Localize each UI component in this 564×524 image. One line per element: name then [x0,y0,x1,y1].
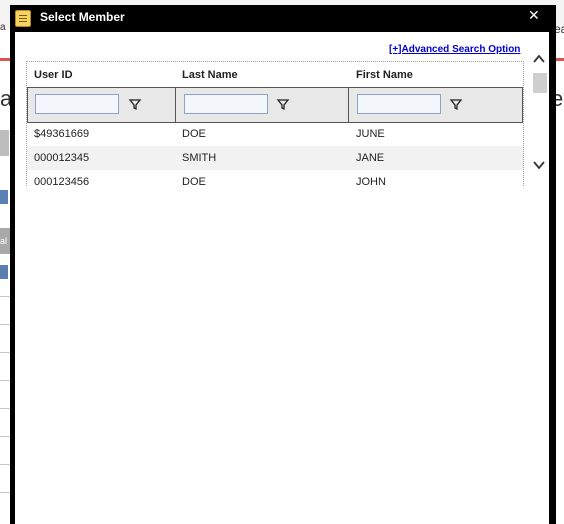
table-row[interactable]: 000123456 DOE JOHN [27,170,523,186]
background-block [0,190,8,204]
background-block [0,265,8,279]
first-name-filter-input[interactable] [357,94,441,114]
column-header-user-id[interactable]: User ID [34,69,73,81]
close-icon[interactable]: ✕ [528,8,540,24]
table-row[interactable]: 000012345 SMITH JANE [27,146,523,170]
column-header-first-name[interactable]: First Name [356,69,413,81]
filter-cell-last-name [175,88,349,122]
chevron-up-icon[interactable] [532,52,546,66]
scrollbar-thumb[interactable] [533,73,547,93]
filter-cell-user-id [27,88,176,122]
advanced-search-link[interactable]: [+]Advanced Search Option [389,44,520,55]
cell-user-id: 000012345 [34,152,90,164]
funnel-filter-icon[interactable] [449,97,463,111]
funnel-filter-icon[interactable] [276,97,290,111]
background-text-fragment: a [0,22,6,33]
select-member-dialog: Select Member ✕ [+]Advanced Search Optio… [10,5,556,524]
grid-vertical-scrollbar[interactable] [529,42,547,185]
filter-cell-first-name [348,88,523,122]
background-block [0,130,9,156]
background-text-fragment: al [0,236,8,246]
cell-last-name: SMITH [182,152,217,164]
member-grid: User ID Last Name First Name $49361669 D… [26,61,524,186]
user-id-filter-input[interactable] [35,94,119,114]
grid-header-row: User ID Last Name First Name [27,62,523,87]
dialog-title: Select Member [40,10,125,24]
member-search-pane: [+]Advanced Search Option User ID Last N… [15,32,549,186]
cell-last-name: DOE [182,128,206,140]
column-header-last-name[interactable]: Last Name [182,69,238,81]
last-name-filter-input[interactable] [184,94,268,114]
grid-filter-row [27,87,523,123]
dialog-content: [+]Advanced Search Option User ID Last N… [15,32,549,524]
dialog-window-icon [15,10,31,27]
cell-first-name: JOHN [356,176,386,186]
table-row[interactable]: $49361669 DOE JUNE [27,122,523,146]
cell-user-id: 000123456 [34,176,90,186]
cell-first-name: JUNE [356,128,385,140]
cell-first-name: JANE [356,152,385,164]
funnel-filter-icon[interactable] [128,97,142,111]
cell-user-id: $49361669 [34,128,90,140]
cell-last-name: DOE [182,176,206,186]
chevron-down-icon[interactable] [532,158,546,172]
dialog-titlebar[interactable]: Select Member ✕ [10,5,556,31]
